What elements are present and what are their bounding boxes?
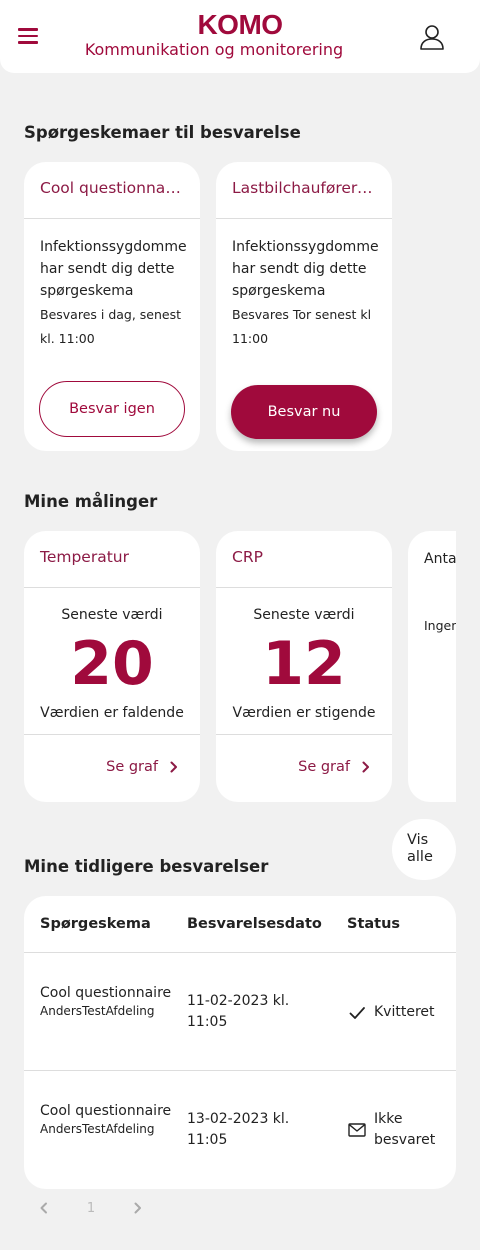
measurement-label: Seneste værdi [61, 607, 163, 623]
questionnaire-deadline: Besvares i dag, senest kl. 11:00 [40, 307, 182, 346]
measurement-trend: Værdien er stigende [232, 705, 376, 721]
measurement-label: Seneste værdi [253, 607, 355, 623]
row-status: Kvitteret [348, 1002, 435, 1023]
envelope-icon [348, 1123, 366, 1137]
history-title: Mine tidligere besvarelser [24, 857, 269, 876]
row-questionnaire-name: Cool questionnaire [40, 1103, 172, 1119]
see-graph-label: Se graf [106, 759, 158, 775]
chevron-right-icon [170, 761, 177, 773]
column-header-status: Status [347, 916, 401, 932]
measurement-empty-note: Ingen målin [424, 618, 456, 633]
column-header-date: Besvarelsesdato [187, 916, 322, 932]
questionnaire-deadline: Besvares Tor senest kl 11:00 [232, 307, 372, 346]
row-status-label: Ikke besvaret [374, 1111, 436, 1148]
row-department: AndersTestAfdeling [40, 1004, 155, 1018]
measurement-name: CRP [216, 531, 392, 588]
chevron-right-icon [134, 1202, 141, 1214]
row-questionnaire: Cool questionnaire AndersTestAfdeling [40, 983, 180, 1019]
questionnaire-name[interactable]: Cool questionnaire [24, 162, 200, 219]
measurement-value: 12 [262, 629, 346, 699]
row-status: Ikke besvaret [348, 1109, 444, 1151]
chevron-right-icon [362, 761, 369, 773]
row-questionnaire: Cool questionnaire AndersTestAfdeling [40, 1101, 180, 1137]
see-graph-label: Se graf [298, 759, 350, 775]
next-page-button[interactable] [130, 1198, 146, 1218]
row-status-label: Kvitteret [374, 1004, 435, 1020]
pagination: 1 [36, 1198, 146, 1218]
measurements-title: Mine målinger [24, 492, 158, 511]
questionnaire-sender: Infektionssygdomme har sendt dig dette s… [40, 239, 187, 299]
questionnaire-card: Cool questionnaire Infektionssygdomme ha… [24, 162, 200, 451]
show-all-button[interactable]: Vis alle [392, 819, 456, 880]
table-row[interactable]: Cool questionnaire AndersTestAfdeling 11… [24, 952, 456, 1070]
measurement-card: CRP Seneste værdi 12 Værdien er stigende… [216, 531, 392, 802]
measurement-question: Antal lastb dag? [424, 551, 456, 567]
table-row[interactable]: Cool questionnaire AndersTestAfdeling 13… [24, 1070, 456, 1188]
row-department: AndersTestAfdeling [40, 1122, 155, 1136]
app-subtitle: Kommunikation og monitorering [84, 40, 344, 59]
answer-again-button[interactable]: Besvar igen [39, 381, 185, 437]
measurement-name: Temperatur [24, 531, 200, 588]
questionnaires-title: Spørgeskemaer til besvarelse [24, 123, 301, 142]
previous-page-button[interactable] [36, 1198, 52, 1218]
history-table: Spørgeskema Besvarelsesdato Status Cool … [24, 896, 456, 1189]
see-graph-link[interactable]: Se graf [298, 759, 370, 775]
questionnaire-sender: Infektionssygdomme har sendt dig dette s… [232, 239, 379, 299]
row-date: 13-02-2023 kl. 11:05 [187, 1111, 290, 1148]
row-questionnaire-name: Cool questionnaire [40, 985, 172, 1001]
measurement-card-partial[interactable]: Antal lastb dag? Ingen målin [408, 531, 456, 802]
questionnaire-card: Lastbilchauførerne Infektionssygdomme ha… [216, 162, 392, 451]
questionnaire-name[interactable]: Lastbilchauførerne [216, 162, 392, 219]
column-header-questionnaire: Spørgeskema [40, 916, 151, 932]
see-graph-link[interactable]: Se graf [106, 759, 178, 775]
user-icon[interactable] [418, 23, 446, 51]
chevron-left-icon [40, 1202, 47, 1214]
check-icon [349, 1007, 365, 1019]
measurement-value: 20 [70, 629, 154, 699]
row-date: 11-02-2023 kl. 11:05 [187, 993, 290, 1030]
page-number[interactable]: 1 [52, 1201, 130, 1216]
app-logo: KOMO [197, 9, 283, 40]
app-header: KOMO Kommunikation og monitorering [0, 0, 480, 73]
measurement-trend: Værdien er faldende [40, 705, 184, 721]
measurement-card: Temperatur Seneste værdi 20 Værdien er f… [24, 531, 200, 802]
answer-now-button[interactable]: Besvar nu [231, 385, 377, 439]
